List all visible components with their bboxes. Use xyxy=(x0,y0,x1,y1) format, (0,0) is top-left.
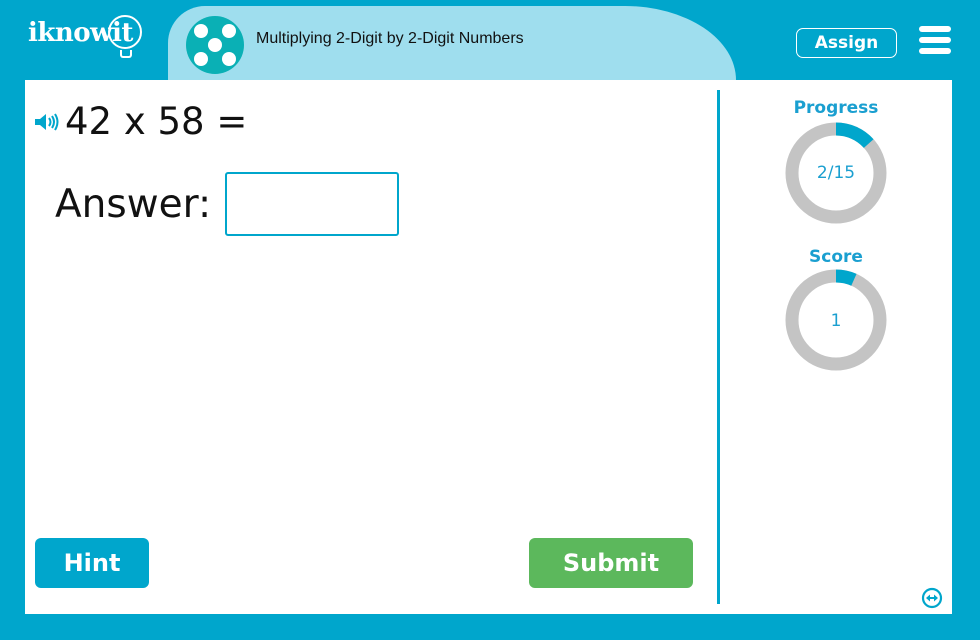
dice-five-icon xyxy=(186,16,244,74)
lesson-title: Multiplying 2-Digit by 2-Digit Numbers xyxy=(256,30,524,47)
score-label: Score xyxy=(809,247,863,267)
answer-label: Answer: xyxy=(55,181,212,227)
answer-row: Answer: xyxy=(55,172,400,236)
progress-label: Progress xyxy=(793,98,879,118)
score-ring-fill xyxy=(835,269,857,286)
progress-value: 2/15 xyxy=(816,163,856,183)
submit-button[interactable]: Submit xyxy=(529,538,693,588)
question-row: 42 x 58 = xyxy=(33,100,247,143)
assign-button[interactable]: Assign xyxy=(796,28,897,58)
progress-ring-fill xyxy=(835,122,874,149)
sidebar-divider xyxy=(717,90,720,604)
answer-input[interactable] xyxy=(225,172,400,236)
logo-text: iknow it xyxy=(28,15,143,58)
lightbulb-icon: it xyxy=(108,15,143,58)
question-text: 42 x 58 = xyxy=(65,100,248,143)
expand-horizontal-icon[interactable] xyxy=(921,587,943,609)
speaker-icon[interactable] xyxy=(33,112,61,132)
hamburger-menu-icon[interactable] xyxy=(919,26,951,54)
score-value: 1 xyxy=(830,311,842,331)
question-panel: 42 x 58 = Answer: Hint Submit Progress 2… xyxy=(25,80,952,614)
hint-button[interactable]: Hint xyxy=(35,538,149,588)
header: iknow it Multiplying 2-Digit by 2-Digit N… xyxy=(0,0,980,80)
iknowit-logo[interactable]: iknow it xyxy=(28,15,143,58)
